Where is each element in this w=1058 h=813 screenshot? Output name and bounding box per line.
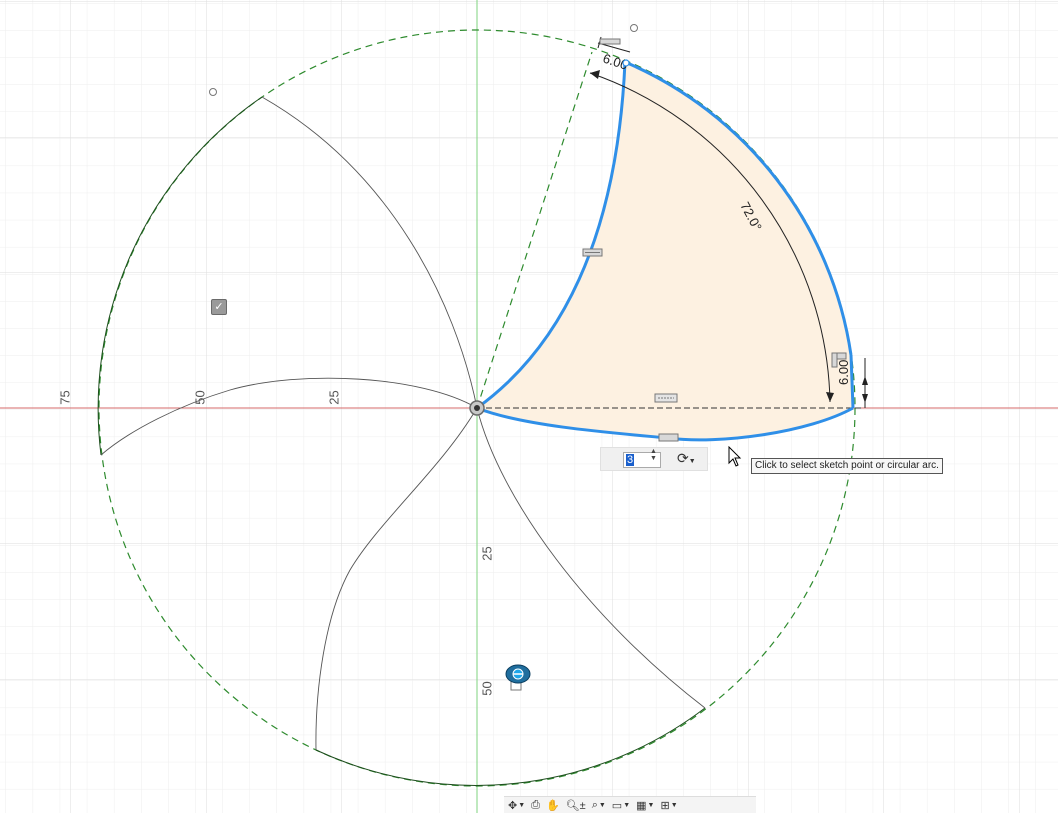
pattern-quantity-box: 3 ▲ ▼ ⟳▼ [600,447,708,471]
grid-settings-icon[interactable]: ▦ ▼ [636,799,654,812]
axis-label-h-50: 50 [192,390,208,405]
origin-point-center [474,405,480,411]
curvature-constraint-icon[interactable] [658,433,679,442]
axis-label-v-50: 50 [479,681,495,696]
profile-edge-tip[interactable] [849,354,855,409]
construction-checkbox[interactable]: ✓ [211,299,227,315]
coincident-constraint-icon-top[interactable] [599,38,621,45]
sketch-palette-badge-icon[interactable] [505,663,531,693]
quantity-spinner[interactable]: ▲ ▼ [649,448,658,462]
axis-label-h-75: 75 [57,390,73,405]
sketch-point-top-left[interactable] [209,88,217,96]
zoom-icon[interactable]: 🔍︎± [566,799,586,812]
pan-icon[interactable]: ✋ [546,799,560,812]
coincident-constraint-stem-right [831,352,838,368]
rotate-icon[interactable]: ⟳▼ [677,450,703,468]
sketch-point-top[interactable] [630,24,638,32]
look-at-icon[interactable]: ⎙ [531,799,540,812]
viewports-icon[interactable]: ⊞ ▼ [660,799,677,812]
sketch-point-tip[interactable] [622,59,630,67]
axis-label-v-25: 25 [479,546,495,561]
fit-icon[interactable]: ⌕ ▼ [592,799,606,812]
navigation-toolbar: ✥ ▼ ⎙ ✋ 🔍︎± ⌕ ▼ ▭ ▼ ▦ ▼ ⊞ ▼ [504,796,756,813]
axis-label-h-25: 25 [326,390,342,405]
offset-dimension-right-label[interactable]: 6.00 [836,360,851,385]
tooltip: Click to select sketch point or circular… [751,458,943,474]
orbit-icon[interactable]: ✥ ▼ [508,799,525,812]
display-settings-icon[interactable]: ▭ ▼ [612,799,630,812]
mouse-cursor-icon [728,446,742,467]
